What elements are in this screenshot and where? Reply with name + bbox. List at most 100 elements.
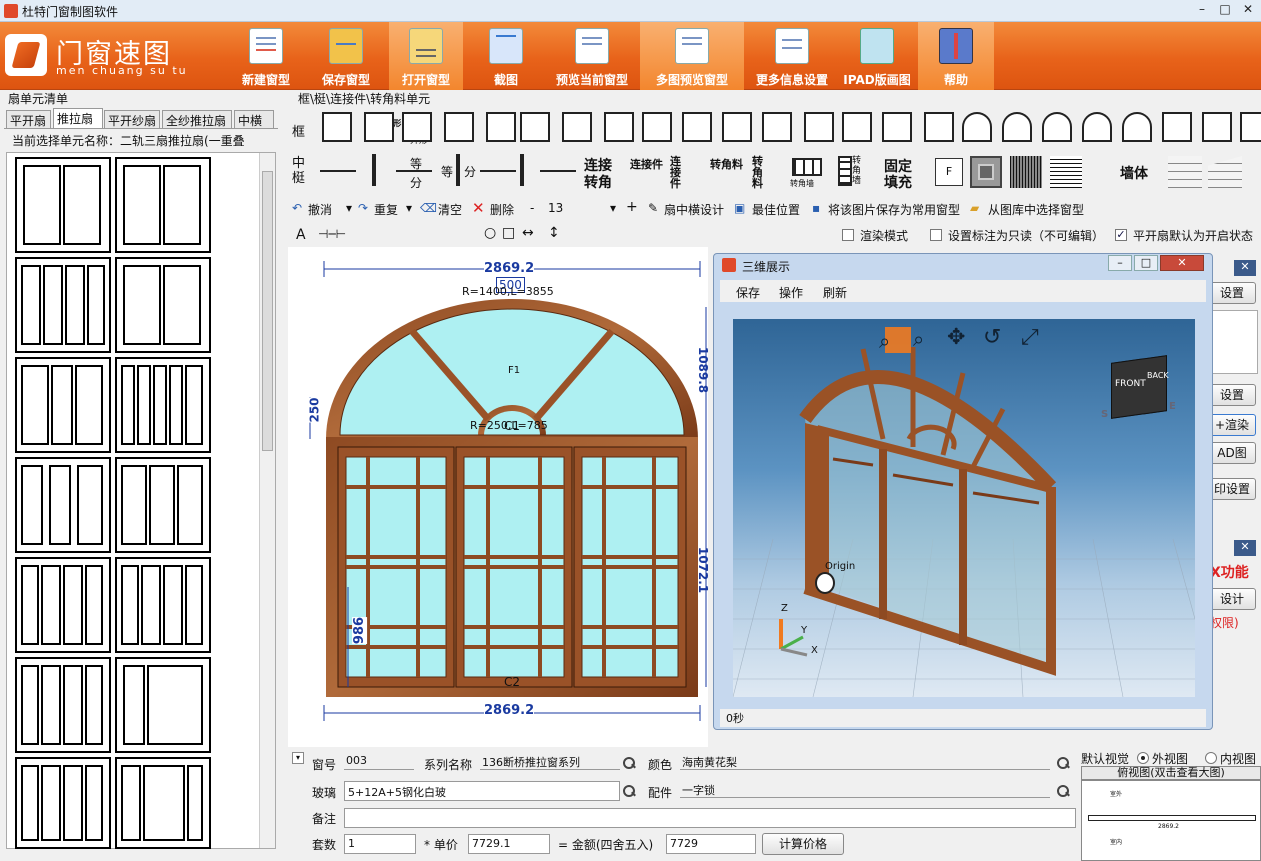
panel2-close-icon[interactable]: ✕ [1234,540,1256,556]
glass-search-icon[interactable] [622,784,636,798]
parts-search-icon[interactable] [1056,784,1070,798]
rect-tool-icon[interactable]: □ [502,225,515,241]
view-cube-back[interactable]: BACK [1147,371,1169,380]
list-item[interactable] [115,557,211,653]
brick-wall-icon[interactable] [1168,156,1202,188]
save-as-common-button[interactable]: 将该图片保存为常用窗型 [828,201,960,218]
best-position-button[interactable]: 最佳位置 [752,201,800,218]
slanted-wall-icon[interactable] [1208,156,1242,188]
amount-field[interactable]: 7729 [666,834,756,854]
zoom-icon[interactable]: ⌕ [913,327,924,351]
redo-dropdown-icon[interactable]: ▾ [406,201,412,215]
help-button[interactable]: 帮助 [918,22,994,90]
decrease-button[interactable]: - [530,201,534,215]
mullion-tool-2-icon[interactable] [396,170,432,172]
render-mode-checkbox[interactable] [842,229,854,241]
open-window-button[interactable]: 打开窗型 [389,22,463,90]
bottom-width-dimension[interactable]: 2869.2 [484,703,535,718]
louver-fill-button[interactable] [1050,156,1082,188]
list-item[interactable] [115,757,211,849]
corner-wall-vertical-label[interactable]: 转角墙 [852,156,862,186]
diy-shape-icon[interactable] [364,112,394,142]
partial-frame-icon[interactable] [1240,112,1261,142]
color-search-icon[interactable] [1056,756,1070,770]
arch-frame-icon[interactable] [722,112,752,142]
save-icon[interactable]: ▪ [812,201,820,215]
note-field[interactable] [344,808,1076,828]
mullion-tool-6-icon[interactable] [540,170,576,172]
mesh-fill-button[interactable] [1010,156,1042,188]
new-window-button[interactable]: 新建窗型 [234,22,298,90]
view-cube-front[interactable]: FRONT [1115,379,1146,389]
arc-height-dimension[interactable]: 250 [307,397,322,423]
3d-close-button[interactable]: ✕ [1160,255,1204,271]
redo-icon[interactable]: ↷ [358,201,368,215]
settings-button-2[interactable]: 设置 [1208,384,1256,406]
folder-icon[interactable]: ▰ [970,201,979,215]
save-window-button[interactable]: 保存窗型 [313,22,379,90]
grid-tool-icon[interactable] [792,158,822,176]
open-state-checkbox[interactable]: ✓ [1115,229,1127,241]
calculate-price-button[interactable]: 计算价格 [762,833,844,855]
3d-maximize-button[interactable]: □ [1134,255,1158,271]
close-button[interactable]: ✕ [1239,2,1257,18]
undo-button[interactable]: 撤消 [308,201,332,218]
render-button[interactable]: +渲染 [1208,414,1256,436]
top-width-dimension[interactable]: 2869.2 [484,261,535,276]
redo-button[interactable]: 重复 [374,201,398,218]
connector-part-label[interactable]: 连接件 [630,156,663,172]
line-frame-icon[interactable] [444,112,474,142]
settings-button[interactable]: 设置 [1208,282,1256,304]
zoom-box-icon[interactable]: ⌕ [879,329,890,353]
glass-field[interactable]: 5+12A+5钢化白玻 [344,781,620,801]
mullion-tool-3-icon[interactable] [456,154,460,186]
print-settings-button[interactable]: 印设置 [1208,478,1256,500]
screenshot-button[interactable]: 截图 [474,22,538,90]
window-no-field[interactable]: 003 [344,752,414,770]
sash-height-dimension[interactable]: 986 [352,616,368,645]
design-button[interactable]: 设计 [1208,588,1256,610]
tab-transom[interactable]: 中横 [234,110,274,128]
maximize-button[interactable]: □ [1216,2,1234,18]
arch-arch-frame-icon[interactable] [1122,112,1152,142]
outer-view-radio[interactable] [1137,752,1149,764]
corner-label[interactable]: 转角 [584,172,612,192]
corner-frame-icon[interactable] [882,112,912,142]
fit-view-icon[interactable]: ⤢ [1021,325,1039,350]
sets-field[interactable]: 1 [344,834,416,854]
list-item[interactable] [15,457,111,553]
vertical-grid-tool-icon[interactable] [838,156,852,186]
thumbnail-scrollbar[interactable] [259,153,275,848]
tab-casement-screen-sash[interactable]: 平开纱扇 [104,110,160,128]
fan-frame-2-icon[interactable] [1042,112,1072,142]
color-field[interactable]: 海南黄花梨 [680,752,1050,770]
menu-operate[interactable]: 操作 [779,284,803,301]
corner-wall-label[interactable]: 转角墙 [790,178,814,189]
circle-tool-icon[interactable]: ○ [484,225,496,241]
half-circle-frame-icon[interactable] [962,112,992,142]
mullion-tool-4-icon[interactable] [480,170,516,172]
list-item[interactable] [15,357,111,453]
readonly-checkbox[interactable] [930,229,942,241]
pentagon-down-icon[interactable] [642,112,672,142]
cad-button[interactable]: AD图 [1208,442,1256,464]
c-frame-icon[interactable] [486,112,516,142]
clear-button[interactable]: 清空 [438,201,462,218]
fan-frame-icon[interactable] [1002,112,1032,142]
3d-viewport[interactable]: ⌕ ⌕ ✥ ↺ ⤢ FRONT BACK S E Origin Z Y X [733,319,1195,697]
delete-icon[interactable]: ✕ [472,199,485,217]
list-item[interactable] [15,557,111,653]
drawing-canvas[interactable]: 2869.2 500 R=1400,L=3855 250 1089.8 1072… [288,247,710,747]
undo-dropdown-icon[interactable]: ▾ [346,201,352,215]
minimize-button[interactable]: – [1193,2,1211,18]
corner-profile-label[interactable]: 转角料 [710,156,743,172]
series-search-icon[interactable] [622,756,636,770]
octagon-frame-icon[interactable] [1202,112,1232,142]
menu-save[interactable]: 保存 [736,284,760,301]
clear-icon[interactable]: ⌫ [420,201,437,215]
more-settings-button[interactable]: 更多信息设置 [746,22,838,90]
fan-frame-3-icon[interactable] [1082,112,1112,142]
custom-shape-icon[interactable] [402,112,432,142]
increase-button[interactable]: + [626,199,638,215]
list-item[interactable] [15,257,111,353]
